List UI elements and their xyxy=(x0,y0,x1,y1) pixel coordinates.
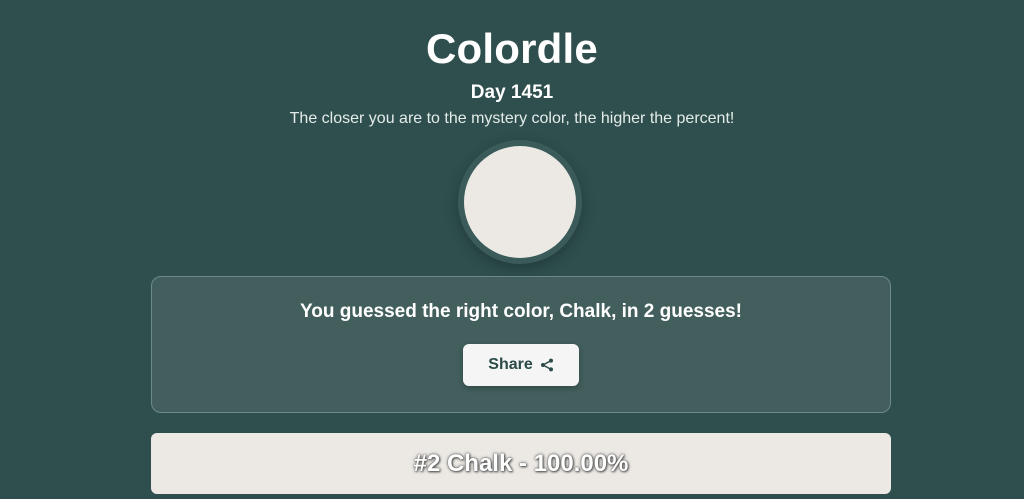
share-button-label: Share xyxy=(488,356,533,373)
share-icon xyxy=(540,358,554,372)
page-title: Colordle xyxy=(426,25,598,72)
day-label: Day 1451 xyxy=(470,82,554,103)
result-message: You guessed the right color, Chalk, in 2… xyxy=(299,301,743,322)
result-panel: You guessed the right color, Chalk, in 2… xyxy=(151,276,891,413)
guess-row: #2 Chalk - 100.00% xyxy=(151,433,891,494)
mystery-color-ring xyxy=(458,140,582,264)
share-button[interactable]: Share xyxy=(463,344,579,386)
guess-label: #2 Chalk - 100.00% xyxy=(413,450,629,477)
page-subtitle: The closer you are to the mystery color,… xyxy=(289,110,735,127)
mystery-color-swatch xyxy=(464,146,576,258)
